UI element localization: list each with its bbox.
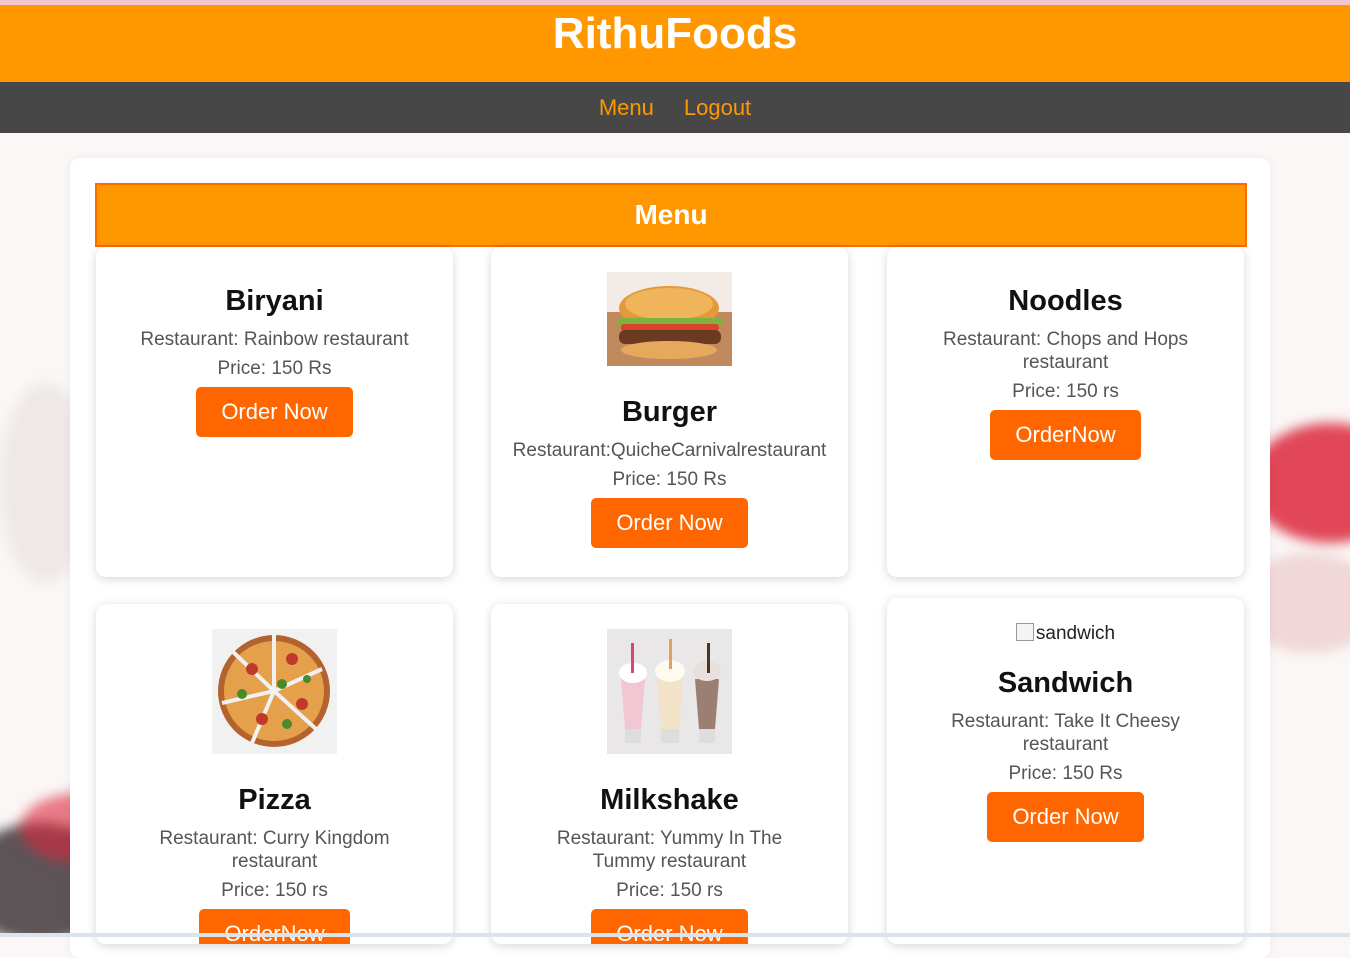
- item-name: Milkshake: [600, 784, 739, 816]
- item-price: Price: 150 rs: [616, 880, 723, 901]
- order-now-button[interactable]: Order Now: [591, 498, 748, 548]
- sandwich-image-broken: sandwich: [887, 623, 1244, 645]
- menu-card-biryani: Biryani Restaurant: Rainbow restaurant P…: [96, 247, 453, 577]
- item-price: Price: 150 Rs: [1008, 763, 1123, 784]
- navbar: Menu Logout: [0, 82, 1350, 133]
- order-now-button[interactable]: OrderNow: [990, 410, 1141, 460]
- item-name: Pizza: [238, 784, 311, 816]
- menu-heading: Menu: [95, 183, 1247, 247]
- menu-card-milkshake: Milkshake Restaurant: Yummy In The Tummy…: [491, 604, 848, 944]
- item-price: Price: 150 Rs: [612, 469, 727, 490]
- item-restaurant: Restaurant: Yummy In The Tummy restauran…: [556, 828, 783, 872]
- item-price: Price: 150 Rs: [217, 358, 332, 379]
- site-title: RithuFoods: [552, 9, 798, 58]
- item-restaurant: Restaurant: Chops and Hops restaurant: [942, 329, 1189, 373]
- item-restaurant: Restaurant:QuicheCarnivalrestaurant: [512, 440, 827, 461]
- order-now-button[interactable]: Order Now: [987, 792, 1144, 842]
- order-now-button[interactable]: Order Now: [196, 387, 353, 437]
- menu-card-noodles: Noodles Restaurant: Chops and Hops resta…: [887, 247, 1244, 577]
- milkshake-image: [607, 629, 732, 754]
- bottom-edge: [0, 933, 1350, 937]
- nav-link-menu[interactable]: Menu: [599, 95, 654, 121]
- item-name: Burger: [621, 396, 718, 428]
- item-restaurant: Restaurant: Rainbow restaurant: [140, 329, 409, 350]
- order-now-button[interactable]: Order Now: [591, 909, 748, 944]
- menu-card-sandwich: sandwich Sandwich Restaurant: Take It Ch…: [887, 598, 1244, 944]
- item-name: Biryani: [225, 285, 324, 317]
- menu-card-burger: Burger Restaurant:QuicheCarnivalrestaura…: [491, 247, 848, 577]
- burger-image: [607, 272, 732, 366]
- order-now-button[interactable]: OrderNow: [199, 909, 350, 944]
- item-price: Price: 150 rs: [221, 880, 328, 901]
- item-price: Price: 150 rs: [1012, 381, 1119, 402]
- item-restaurant: Restaurant: Take It Cheesy restaurant: [951, 711, 1180, 755]
- pizza-image: [212, 629, 337, 754]
- broken-image-icon: [1015, 623, 1034, 641]
- item-name: Noodles: [1008, 285, 1123, 317]
- menu-card-pizza: Pizza Restaurant: Curry Kingdom restaura…: [96, 604, 453, 944]
- site-header: RithuFoods: [0, 5, 1350, 82]
- nav-link-logout[interactable]: Logout: [684, 95, 751, 121]
- item-restaurant: Restaurant: Curry Kingdom restaurant: [159, 828, 390, 872]
- item-name: Sandwich: [997, 667, 1134, 699]
